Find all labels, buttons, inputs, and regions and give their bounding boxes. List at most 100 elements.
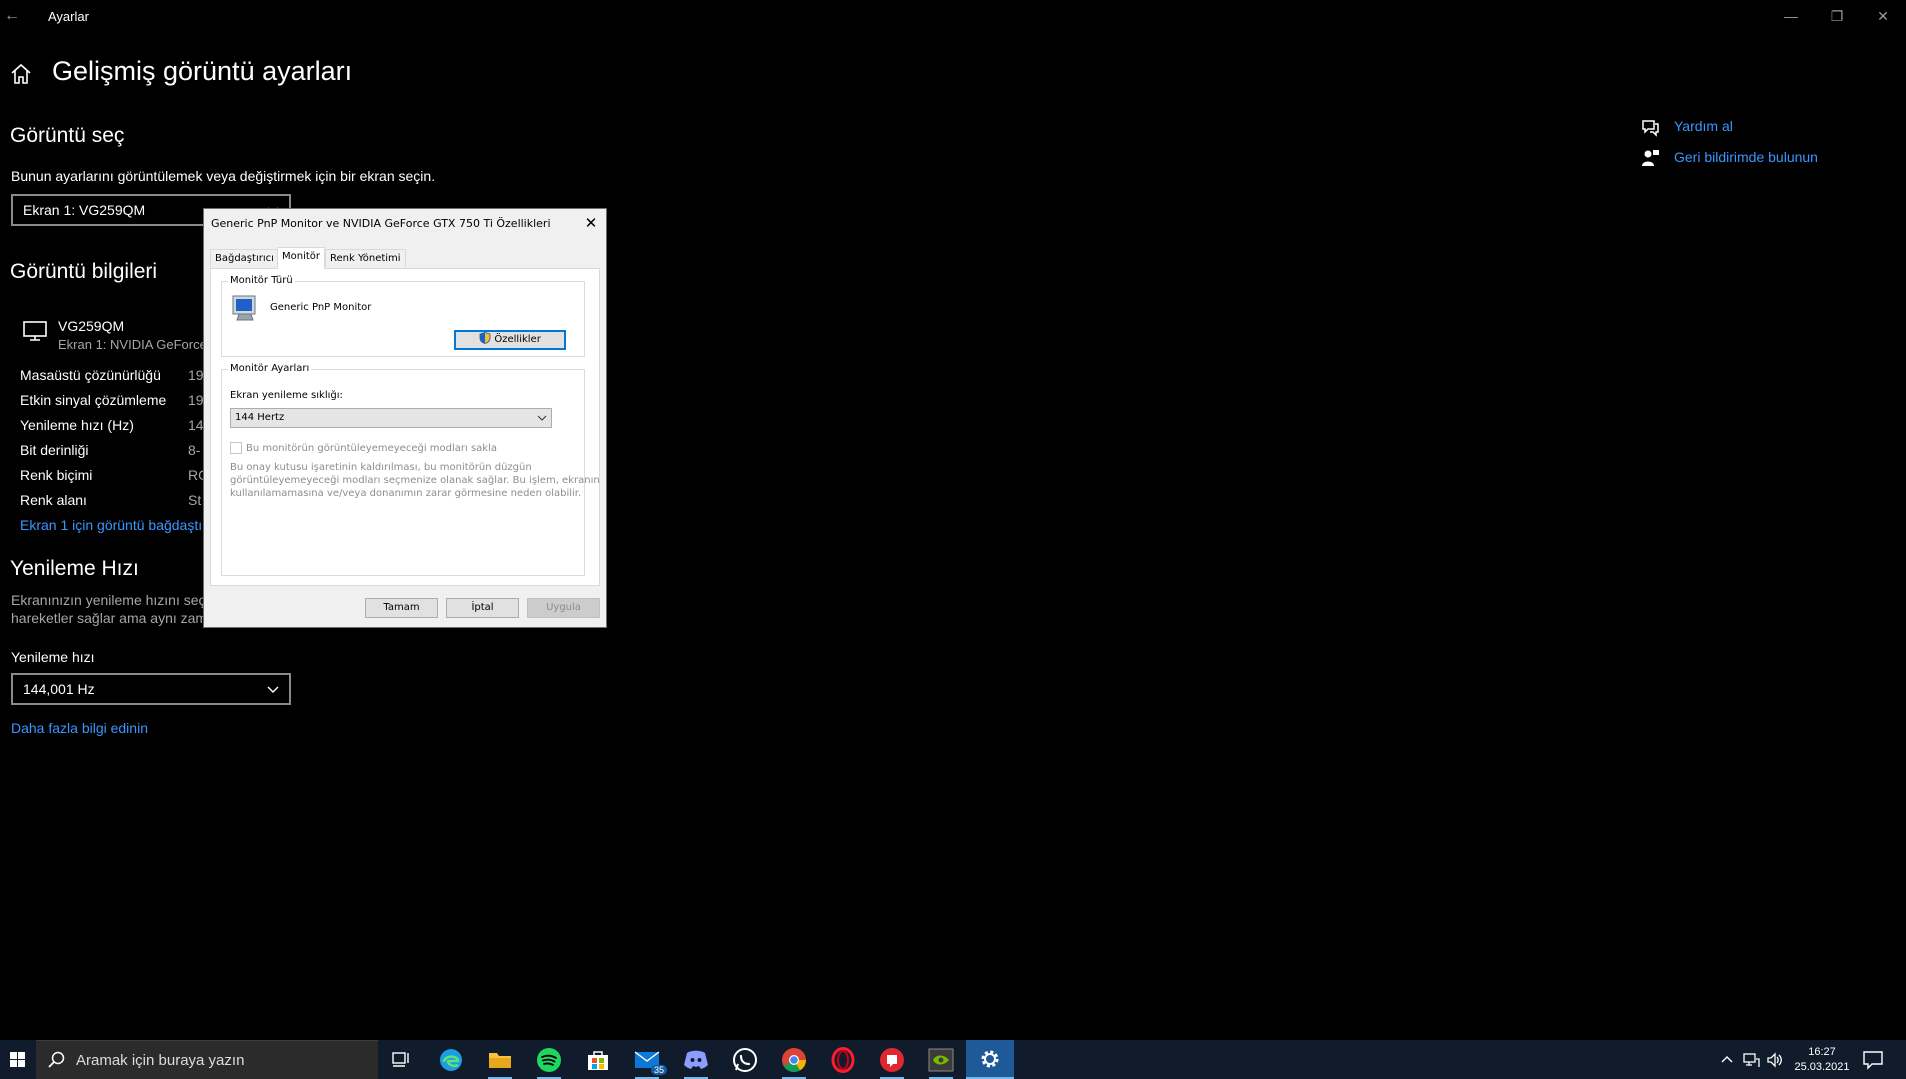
monitor-subtitle: Ekran 1: NVIDIA GeForce <box>58 337 207 352</box>
screen-refresh-label: Ekran yenileme sıklığı: <box>230 390 343 401</box>
page-title: Gelişmiş görüntü ayarları <box>52 56 353 86</box>
screen-refresh-value: 144 Hertz <box>235 412 285 423</box>
clock[interactable]: 16:27 25.03.2021 <box>1786 1045 1858 1075</box>
tab-monitor[interactable]: Monitör <box>277 247 326 269</box>
monitor-type-name: Generic PnP Monitor <box>270 302 372 313</box>
hide-modes-label: Bu monitörün görüntüleyemeyeceği modları… <box>246 443 498 454</box>
discord-app-button[interactable] <box>672 1040 720 1079</box>
refresh-rate-value: 144,001 Hz <box>23 681 95 697</box>
start-button[interactable] <box>0 1040 36 1079</box>
file-explorer-button[interactable] <box>476 1040 524 1079</box>
discord-icon <box>684 1050 708 1069</box>
info-label-bit-depth: Bit derinliği <box>20 442 89 458</box>
monitor-properties-label: Özellikler <box>494 334 541 345</box>
edge-icon <box>440 1048 462 1071</box>
learn-more-link[interactable]: Daha fazla bilgi edinin <box>11 720 148 736</box>
refresh-rate-heading: Yenileme Hızı <box>10 557 139 580</box>
display-select-value: Ekran 1: VG259QM <box>23 202 146 218</box>
back-arrow-icon[interactable]: ← <box>4 6 24 26</box>
edge-app-button[interactable] <box>427 1040 475 1079</box>
task-view-icon <box>392 1051 409 1067</box>
windows-logo-icon <box>10 1052 25 1067</box>
cancel-button[interactable]: İptal <box>446 598 519 618</box>
search-icon <box>48 1051 65 1068</box>
volume-icon[interactable] <box>1766 1051 1784 1069</box>
dialog-close-button[interactable]: ✕ <box>580 212 602 234</box>
spotify-app-button[interactable] <box>525 1040 573 1079</box>
store-app-button[interactable] <box>574 1040 622 1079</box>
spotify-icon <box>537 1047 561 1072</box>
red-circle-app-icon <box>880 1047 904 1072</box>
store-bag-icon <box>588 1050 608 1070</box>
minimize-button[interactable]: — <box>1768 4 1814 28</box>
network-icon[interactable] <box>1742 1051 1760 1069</box>
info-label-color-space: Renk alanı <box>20 492 87 508</box>
monitor-type-group: Monitör Türü Generic PnP Monitor Özellik… <box>221 275 585 357</box>
settings-app-button[interactable] <box>966 1040 1014 1079</box>
select-display-description: Bunun ayarlarını görüntülemek veya değiş… <box>11 168 436 184</box>
refresh-desc-line2: hareketler sağlar ama aynı zam <box>11 610 208 626</box>
apply-button[interactable]: Uygula <box>527 598 600 618</box>
chevron-up-icon[interactable] <box>1718 1051 1736 1069</box>
taskbar-search-box[interactable]: Aramak için buraya yazın <box>36 1040 378 1079</box>
chrome-app-button[interactable] <box>770 1040 818 1079</box>
info-label-color-format: Renk biçimi <box>20 467 93 483</box>
tab-color-management[interactable]: Renk Yönetimi <box>325 249 406 267</box>
adapter-properties-link[interactable]: Ekran 1 için görüntü bağdaştı <box>20 517 202 533</box>
refresh-rate-label: Yenileme hızı <box>11 649 95 665</box>
opera-app-button[interactable] <box>819 1040 867 1079</box>
dialog-title: Generic PnP Monitor ve NVIDIA GeForce GT… <box>211 217 551 230</box>
monitor-tab-panel: Monitör Türü Generic PnP Monitor Özellik… <box>210 268 600 586</box>
uac-shield-icon <box>479 332 491 344</box>
close-window-button[interactable]: ✕ <box>1860 4 1906 28</box>
task-view-button[interactable] <box>378 1040 426 1079</box>
monitor-settings-group: Monitör Ayarları Ekran yenileme sıklığı:… <box>221 363 600 576</box>
nvidia-icon <box>928 1048 954 1071</box>
restore-button[interactable]: ❐ <box>1814 4 1860 28</box>
monitor-settings-legend: Monitör Ayarları <box>228 363 312 374</box>
hide-modes-note-line3: kullanılamamasına ve/veya donanımın zara… <box>230 488 582 499</box>
info-label-desktop-resolution: Masaüstü çözünürlüğü <box>20 367 161 383</box>
select-display-heading: Görüntü seç <box>10 124 125 147</box>
info-label-refresh-rate: Yenileme hızı (Hz) <box>20 417 134 433</box>
red-app-button[interactable] <box>868 1040 916 1079</box>
notification-center-icon[interactable] <box>1862 1050 1884 1070</box>
home-icon[interactable] <box>9 62 33 86</box>
info-value-color-space: St <box>188 492 202 508</box>
feedback-person-icon <box>1642 150 1659 166</box>
whatsapp-app-button[interactable] <box>721 1040 769 1079</box>
tab-adapter[interactable]: Bağdaştırıcı <box>210 249 279 267</box>
opera-icon <box>831 1046 855 1073</box>
display-info-heading: Görüntü bilgileri <box>10 260 158 283</box>
mail-app-button[interactable]: 35 <box>623 1040 671 1079</box>
crt-monitor-icon <box>232 295 256 321</box>
feedback-link-label: Geri bildirimde bulunun <box>1674 149 1818 165</box>
whatsapp-icon <box>733 1047 757 1072</box>
info-label-active-signal: Etkin sinyal çözümleme <box>20 392 167 408</box>
monitor-properties-button[interactable]: Özellikler <box>454 330 566 350</box>
info-value-refresh-rate: 14 <box>188 417 204 433</box>
mail-unread-badge: 35 <box>650 1065 667 1075</box>
help-link-label: Yardım al <box>1674 118 1733 134</box>
monitor-icon <box>23 321 47 341</box>
screen-refresh-select[interactable]: 144 Hertz <box>230 408 552 428</box>
search-placeholder: Aramak için buraya yazın <box>76 1052 245 1069</box>
monitor-properties-dialog: Generic PnP Monitor ve NVIDIA GeForce GT… <box>203 208 607 628</box>
title-bar: ← Ayarlar — ❐ ✕ <box>0 0 1906 32</box>
info-value-active-signal: 19 <box>188 392 204 408</box>
hide-modes-checkbox[interactable] <box>230 442 242 454</box>
folder-icon <box>489 1052 511 1068</box>
monitor-name: VG259QM <box>58 318 125 334</box>
hide-modes-note-line2: görüntüleyemeyeceği modları seçmenize ol… <box>230 475 600 486</box>
taskbar: Aramak için buraya yazın 35 16:27 25.03.… <box>0 1040 1906 1079</box>
info-value-desktop-resolution: 19 <box>188 367 204 383</box>
ok-button[interactable]: Tamam <box>365 598 438 618</box>
help-chat-icon <box>1642 120 1659 137</box>
nvidia-app-button[interactable] <box>917 1040 965 1079</box>
hide-modes-note-line1: Bu onay kutusu işaretinin kaldırılması, … <box>230 462 532 473</box>
gear-icon <box>981 1050 999 1067</box>
refresh-rate-select[interactable]: 144,001 Hz <box>11 673 291 705</box>
chevron-down-icon <box>267 686 279 693</box>
chrome-icon <box>782 1047 806 1072</box>
refresh-desc-line1: Ekranınızın yenileme hızını seçi <box>11 592 209 608</box>
